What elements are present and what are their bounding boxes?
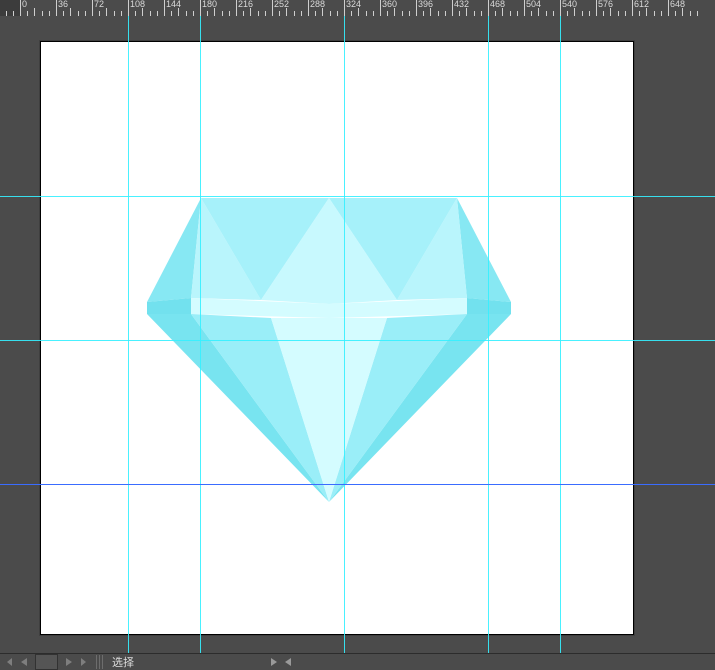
last-frame-button[interactable] <box>78 655 92 669</box>
status-bar: 选择 <box>0 653 715 670</box>
ruler-tick-label: 0 <box>22 0 27 9</box>
diamond-artwork[interactable] <box>41 42 633 634</box>
status-divider-grab[interactable] <box>96 655 103 669</box>
next-frame-button[interactable] <box>62 655 76 669</box>
first-frame-button[interactable] <box>1 655 15 669</box>
ruler-tick-label: 36 <box>58 0 68 9</box>
ruler-negative-area <box>0 0 20 16</box>
tool-label: 选择 <box>112 654 134 670</box>
frame-number-box[interactable] <box>35 654 58 670</box>
panel-scroll-left-button[interactable] <box>281 655 295 669</box>
prev-frame-button[interactable] <box>17 655 31 669</box>
artboard[interactable] <box>40 41 634 635</box>
ruler-horizontal[interactable]: 3603672108144180216252288324360396432468… <box>0 0 715 17</box>
canvas-stage[interactable] <box>0 16 715 654</box>
ruler-tick-label: 72 <box>94 0 104 9</box>
panel-scroll-right-button[interactable] <box>267 655 281 669</box>
